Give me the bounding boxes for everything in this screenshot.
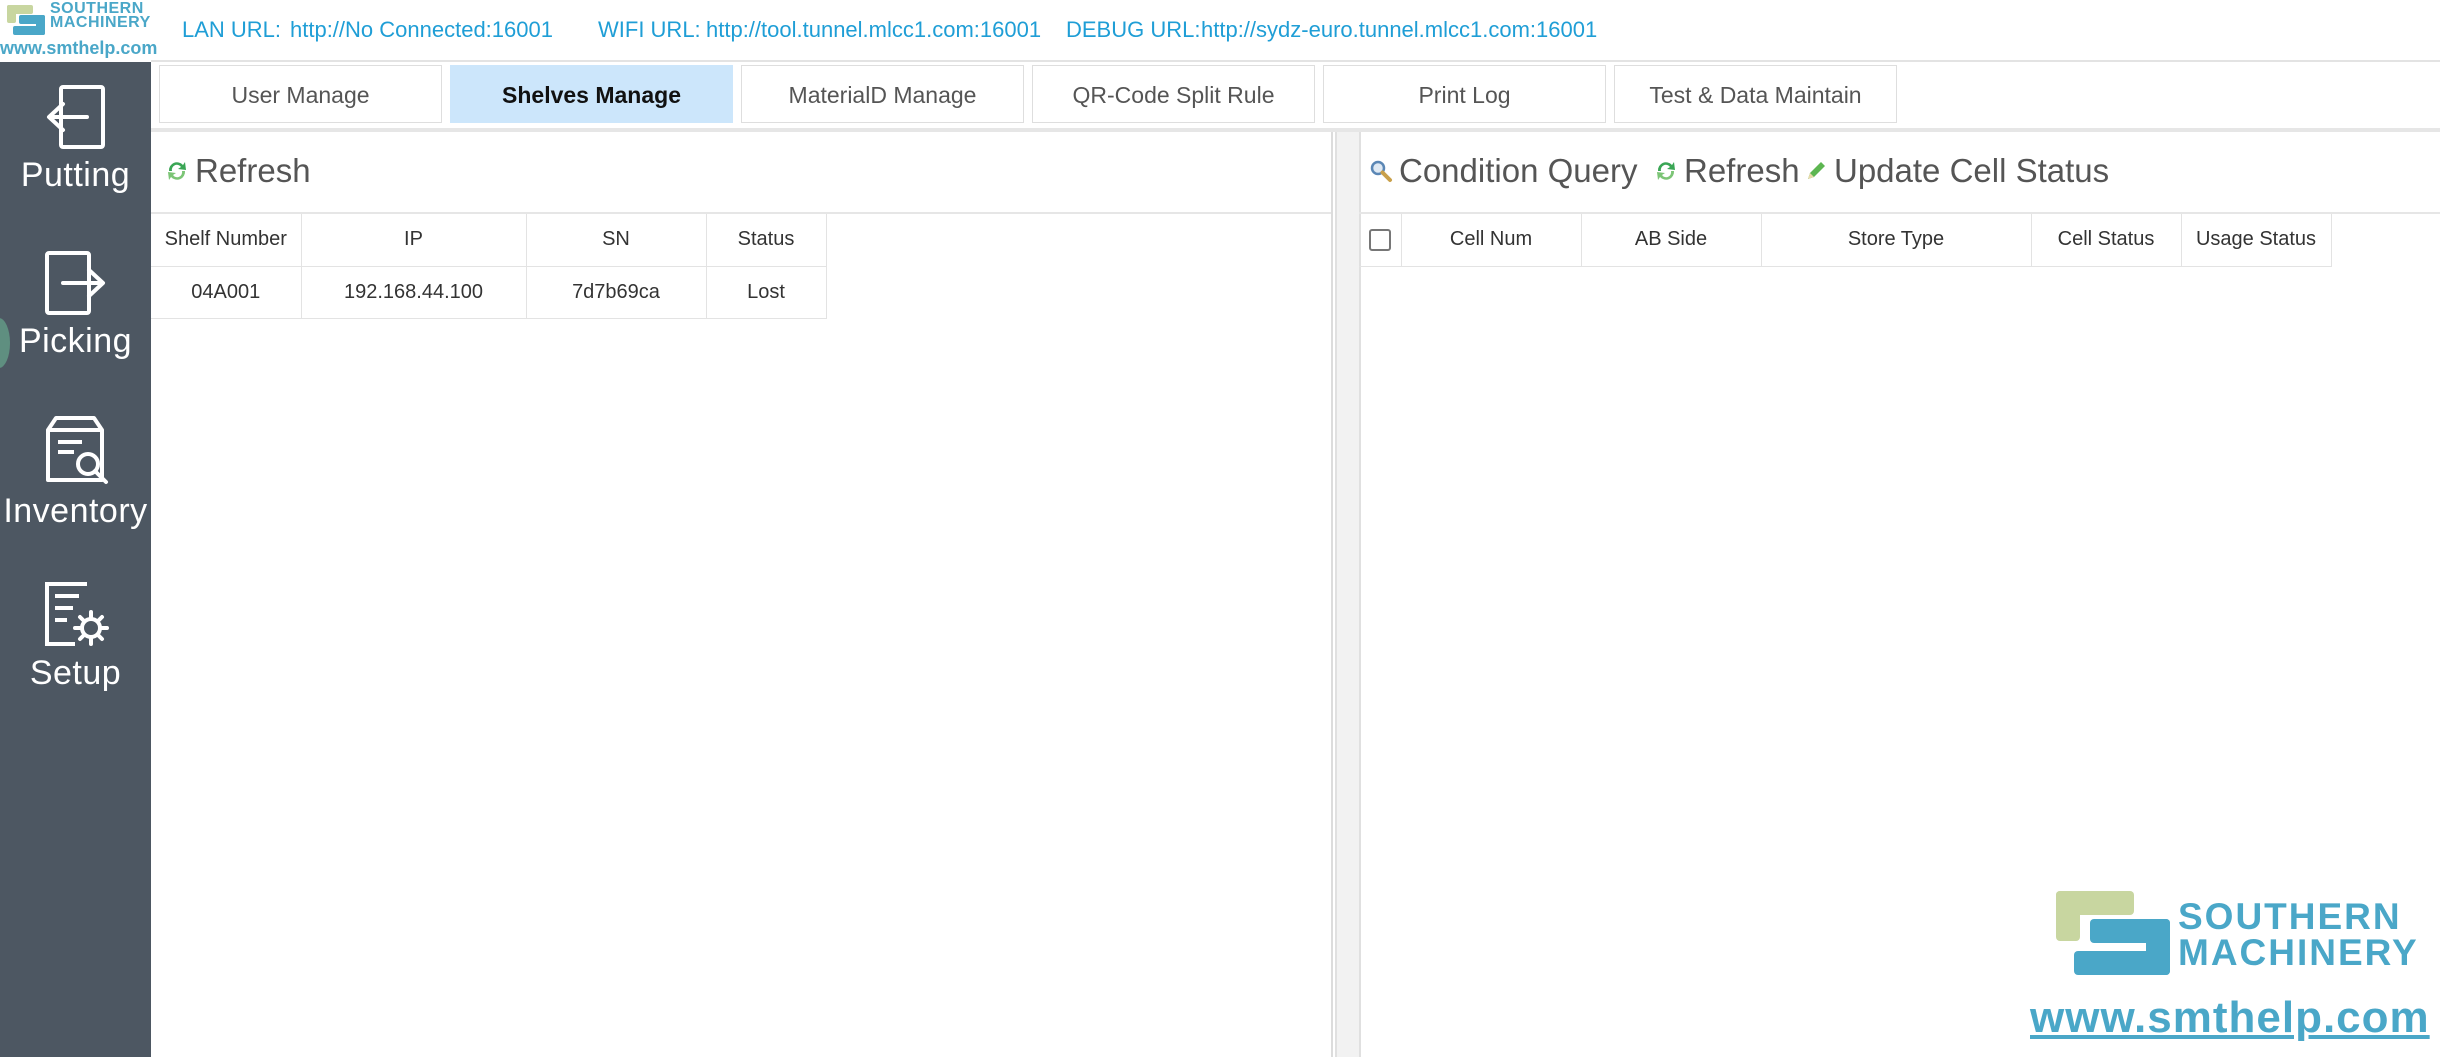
column-header[interactable]: IP bbox=[301, 214, 527, 267]
search-icon bbox=[1370, 160, 1392, 182]
brand-watermark: SOUTHERN MACHINERY www.smthelp.com bbox=[2030, 885, 2430, 1045]
refresh-icon bbox=[1657, 162, 1675, 180]
sidebar-item-putting[interactable]: Putting bbox=[0, 82, 151, 242]
table-row[interactable]: 04A001 192.168.44.100 7d7b69ca Lost bbox=[151, 266, 827, 319]
tab-user-manage[interactable]: User Manage bbox=[159, 65, 442, 123]
inventory-icon bbox=[45, 416, 108, 484]
table-cell: Lost bbox=[706, 266, 827, 319]
picking-icon bbox=[44, 251, 105, 315]
url-bar: LAN URL: http://No Connected:16001 WIFI … bbox=[151, 0, 2440, 62]
brand-mark-icon bbox=[7, 5, 45, 35]
tab-materialid-manage[interactable]: MaterialD Manage bbox=[741, 65, 1024, 123]
sidebar-item-picking[interactable]: Picking bbox=[0, 248, 151, 408]
sidebar-item-setup[interactable]: Setup bbox=[0, 580, 151, 740]
debug-url-value: http://sydz-euro.tunnel.mlcc1.com:16001 bbox=[1201, 17, 1598, 42]
select-all-cell bbox=[1359, 214, 1402, 267]
brand-name: SOUTHERN MACHINERY bbox=[50, 0, 151, 31]
tab-qr-code-split-rule[interactable]: QR-Code Split Rule bbox=[1032, 65, 1315, 123]
column-header[interactable]: AB Side bbox=[1581, 214, 1762, 267]
lan-url-label: LAN URL: bbox=[182, 17, 282, 42]
wifi-url-label: WIFI URL: bbox=[598, 17, 701, 42]
cells-table: Cell Num AB Side Store Type Cell Status … bbox=[1359, 214, 2332, 267]
table-cell: 192.168.44.100 bbox=[301, 266, 527, 319]
select-all-checkbox[interactable] bbox=[1368, 228, 1391, 251]
pencil-icon bbox=[1808, 162, 1825, 179]
column-header[interactable]: Status bbox=[706, 214, 827, 267]
putting-icon bbox=[46, 85, 105, 149]
column-header[interactable]: Shelf Number bbox=[151, 214, 302, 267]
sidebar-item-inventory[interactable]: Inventory bbox=[0, 412, 151, 572]
sidebar: SOUTHERN MACHINERY www.smthelp.com Putti… bbox=[0, 0, 158, 1057]
column-header[interactable]: Cell Status bbox=[2031, 214, 2182, 267]
tab-bar: User Manage Shelves Manage MaterialD Man… bbox=[151, 62, 2440, 132]
shelves-table: Shelf Number IP SN Status 04A001 192.168… bbox=[151, 214, 827, 319]
watermark-name-2: MACHINERY bbox=[2178, 932, 2419, 973]
table-header-row: Cell Num AB Side Store Type Cell Status … bbox=[1359, 214, 2332, 267]
brand-logo: SOUTHERN MACHINERY www.smthelp.com bbox=[0, 0, 158, 62]
watermark-name-1: SOUTHERN bbox=[2178, 896, 2402, 937]
update-cell-status-button[interactable]: Update Cell Status bbox=[1804, 152, 2109, 190]
brand-mark-icon bbox=[2056, 891, 2170, 975]
cells-toolbar: Condition Query Refresh Update Cell Stat… bbox=[1359, 132, 2440, 214]
debug-url-label: DEBUG URL: bbox=[1066, 17, 1201, 42]
table-cell: 04A001 bbox=[151, 266, 302, 319]
tab-print-log[interactable]: Print Log bbox=[1323, 65, 1606, 123]
column-header[interactable]: Store Type bbox=[1761, 214, 2032, 267]
tab-test-data-maintain[interactable]: Test & Data Maintain bbox=[1614, 65, 1897, 123]
setup-icon bbox=[44, 582, 109, 646]
cells-refresh-button[interactable]: Refresh bbox=[1654, 152, 1800, 190]
column-header[interactable]: Cell Num bbox=[1401, 214, 1582, 267]
shelves-refresh-button[interactable]: Refresh bbox=[165, 152, 311, 190]
lan-url-value: http://No Connected:16001 bbox=[290, 17, 553, 42]
refresh-icon bbox=[168, 162, 186, 180]
table-cell: 7d7b69ca bbox=[526, 266, 707, 319]
column-header[interactable]: SN bbox=[526, 214, 707, 267]
shelves-toolbar: Refresh bbox=[151, 132, 1331, 214]
condition-query-button[interactable]: Condition Query bbox=[1369, 152, 1637, 190]
tab-shelves-manage[interactable]: Shelves Manage bbox=[450, 65, 733, 123]
column-header[interactable]: Usage Status bbox=[2181, 214, 2332, 267]
watermark-url: www.smthelp.com bbox=[2030, 993, 2430, 1042]
panel-splitter[interactable] bbox=[1335, 132, 1361, 1057]
shelves-panel: Refresh Shelf Number IP SN Status 04A001… bbox=[151, 132, 1333, 1057]
wifi-url-value: http://tool.tunnel.mlcc1.com:16001 bbox=[706, 17, 1042, 42]
brand-url: www.smthelp.com bbox=[0, 38, 158, 58]
table-header-row: Shelf Number IP SN Status bbox=[151, 214, 827, 267]
